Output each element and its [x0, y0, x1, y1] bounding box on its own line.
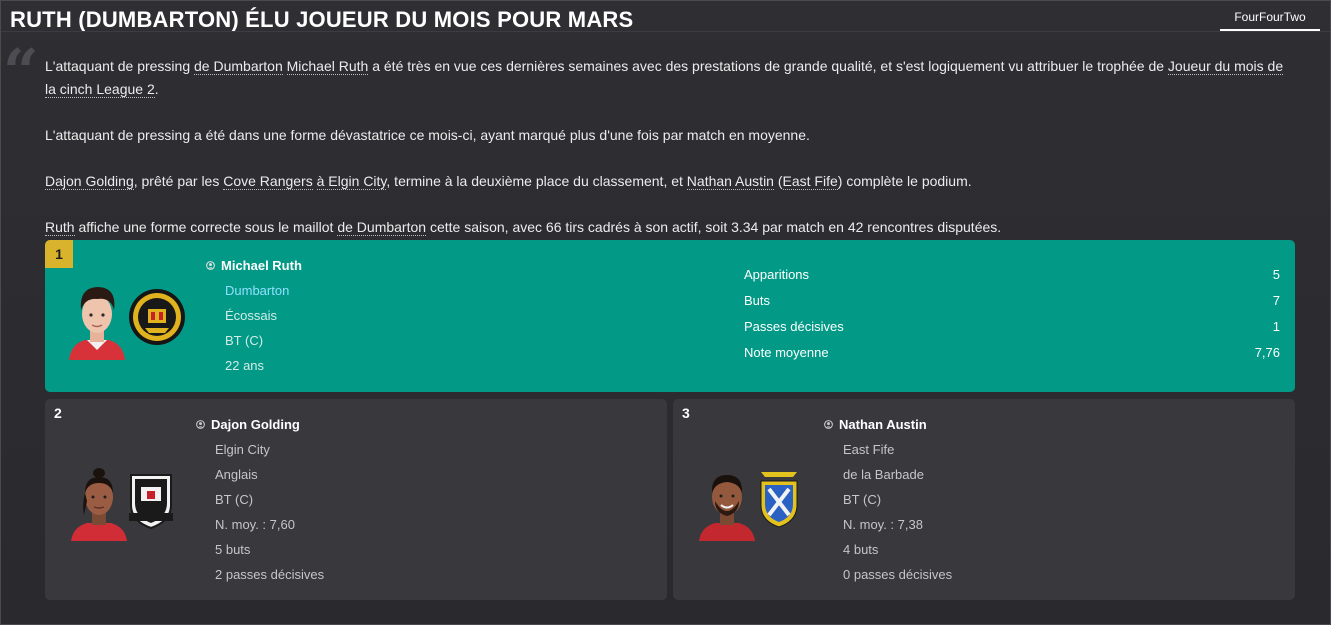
text: ) complète le podium. [837, 173, 972, 189]
text: , termine à la deuxième place du classem… [386, 173, 687, 189]
stat-row: Passes décisives 1 [744, 319, 1280, 345]
stat-value: 7,76 [1254, 345, 1280, 360]
runner-up-card[interactable]: 2 Dajon Golding Elgin City Anglais BT (C… [45, 399, 667, 600]
player-goals: 4 buts [843, 542, 879, 557]
person-icon [206, 258, 215, 270]
player-nationality: de la Barbade [843, 467, 924, 482]
winner-stats: Apparitions 5 Buts 7 Passes décisives 1 … [744, 267, 1280, 371]
stat-row: Apparitions 5 [744, 267, 1280, 293]
text: ( [773, 173, 783, 189]
text: . [154, 81, 159, 97]
player-assists: 0 passes décisives [843, 567, 953, 582]
rank-badge: 1 [45, 240, 73, 268]
club-link[interactable]: East Fife [782, 173, 838, 190]
quote-icon: “ [3, 35, 39, 108]
text: cette saison, avec 66 tirs cadrés à son … [426, 219, 1002, 235]
player-name-text: Michael Ruth [221, 258, 302, 273]
rank-label: 3 [682, 405, 690, 421]
club-crest[interactable] [127, 286, 187, 348]
source-tab[interactable]: FourFourTwo [1220, 7, 1320, 31]
player-name-text: Nathan Austin [839, 417, 927, 432]
stat-label: Buts [744, 293, 771, 308]
player-position: BT (C) [215, 492, 254, 507]
winner-card[interactable]: 1 Michael Ruth Dumbarton Écossais BT (C)… [45, 240, 1295, 392]
club-link[interactable]: de Dumbarton [194, 58, 283, 75]
player-link[interactable]: Dajon Golding [45, 173, 134, 190]
text: , prêté par les [133, 173, 224, 189]
stat-label: Passes décisives [744, 319, 844, 334]
article-paragraph: Dajon Golding, prêté par les Cove Ranger… [45, 170, 1295, 193]
player-link[interactable]: Nathan Austin [686, 173, 774, 190]
person-icon [196, 417, 205, 429]
article-paragraph: L'attaquant de pressing de Dumbarton Mic… [45, 55, 1295, 101]
stat-row: Note moyenne 7,76 [744, 345, 1280, 371]
stat-row: Buts 7 [744, 293, 1280, 319]
stat-value: 1 [1272, 319, 1280, 334]
stat-value: 7 [1272, 293, 1280, 308]
player-position: BT (C) [843, 492, 882, 507]
text: L'attaquant de pressing [45, 58, 195, 74]
text: a été très en vue ces dernières semaines… [368, 58, 1168, 74]
news-headline: RUTH (DUMBARTON) ÉLU JOUEUR DU MOIS POUR… [10, 7, 634, 32]
article-body: L'attaquant de pressing de Dumbarton Mic… [45, 55, 1295, 239]
club-link[interactable]: de Dumbarton [337, 219, 427, 236]
article-paragraph: Ruth affiche une forme correcte sous le … [45, 216, 1295, 239]
player-nationality: Écossais [225, 308, 278, 323]
player-rating: N. moy. : 7,38 [843, 517, 923, 532]
player-portrait[interactable] [63, 280, 131, 360]
text: affiche une forme correcte sous le maill… [74, 219, 338, 235]
person-icon [824, 417, 833, 429]
article-paragraph: L'attaquant de pressing a été dans une f… [45, 127, 810, 143]
player-club[interactable]: Dumbarton [225, 283, 289, 298]
player-name[interactable]: Nathan Austin [824, 417, 927, 432]
runner-up-card[interactable]: 3 Nathan Austin East Fife de la Barbade … [673, 399, 1295, 600]
player-age: 22 ans [225, 358, 265, 373]
player-goals: 5 buts [215, 542, 251, 557]
player-club[interactable]: East Fife [843, 442, 894, 457]
player-rating: N. moy. : 7,60 [215, 517, 295, 532]
player-assists: 2 passes décisives [215, 567, 325, 582]
player-nationality: Anglais [215, 467, 258, 482]
player-name[interactable]: Michael Ruth [206, 258, 302, 273]
header-divider [1, 31, 1330, 32]
player-name-text: Dajon Golding [211, 417, 300, 432]
club-crest[interactable] [123, 471, 183, 531]
player-link[interactable]: Ruth [45, 219, 75, 236]
club-link[interactable]: à Elgin City [316, 173, 387, 190]
player-link[interactable]: Michael Ruth [286, 58, 369, 75]
club-link[interactable]: Cove Rangers [223, 173, 313, 190]
stat-value: 5 [1272, 267, 1280, 282]
player-name[interactable]: Dajon Golding [196, 417, 300, 432]
stat-label: Apparitions [744, 267, 810, 282]
player-position: BT (C) [225, 333, 264, 348]
stat-label: Note moyenne [744, 345, 829, 360]
rank-label: 2 [54, 405, 62, 421]
player-club[interactable]: Elgin City [215, 442, 270, 457]
club-crest[interactable] [751, 469, 811, 531]
news-panel: RUTH (DUMBARTON) ÉLU JOUEUR DU MOIS POUR… [0, 0, 1331, 625]
